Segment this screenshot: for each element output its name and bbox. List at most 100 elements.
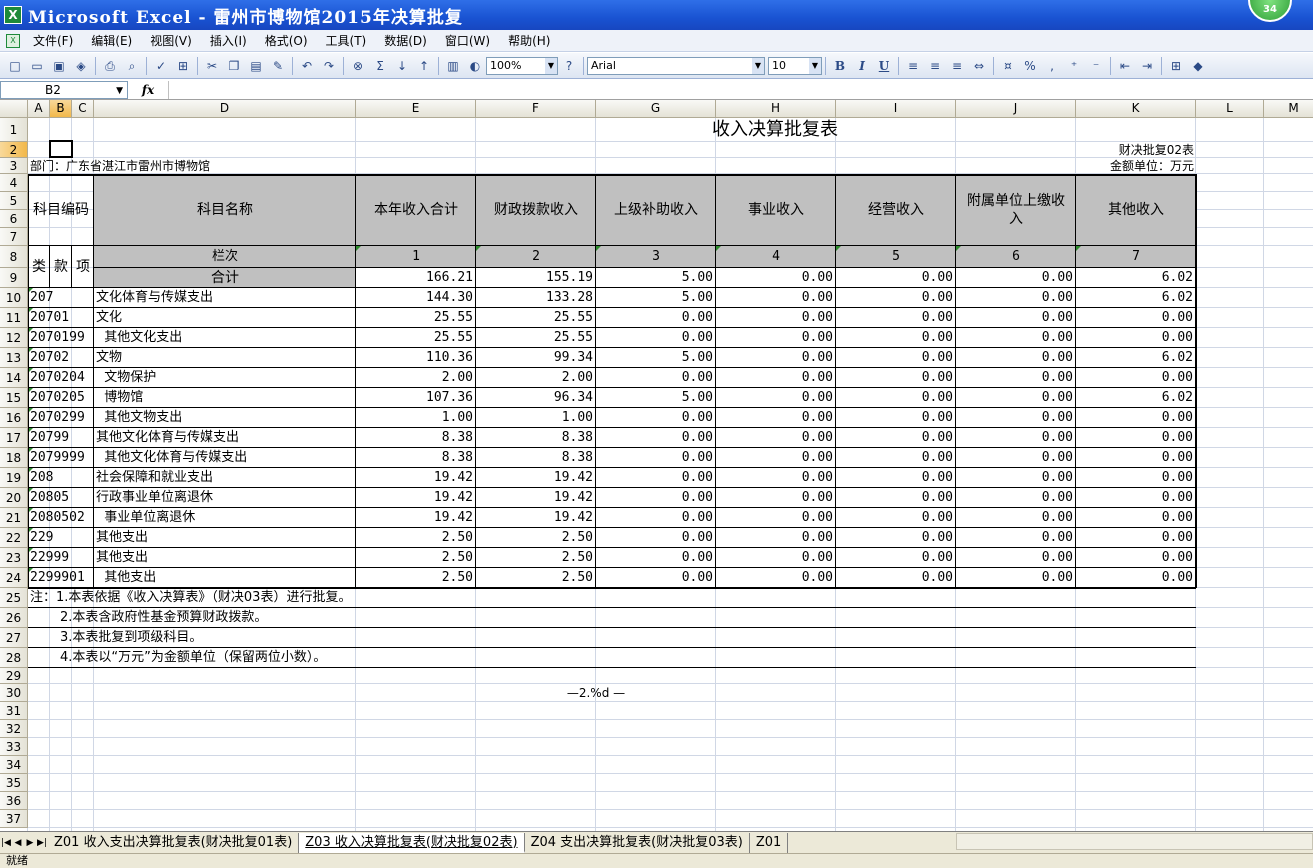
data-value[interactable]: 0.00 <box>1076 408 1196 428</box>
print-preview-icon[interactable]: ⌕ <box>122 56 142 76</box>
data-value[interactable]: 0.00 <box>1076 368 1196 388</box>
account-name[interactable]: 社会保障和就业支出 <box>94 468 356 488</box>
data-value[interactable]: 0.00 <box>836 568 956 588</box>
data-value[interactable]: 0.00 <box>836 428 956 448</box>
data-value[interactable]: 0.00 <box>1076 548 1196 568</box>
bold-button[interactable]: B <box>830 56 850 76</box>
data-value[interactable]: 6.02 <box>1076 288 1196 308</box>
chevron-down-icon[interactable]: ▼ <box>809 57 821 74</box>
account-name[interactable]: 事业单位离退休 <box>94 508 356 528</box>
row-header-4[interactable]: 4 <box>0 174 28 192</box>
total-value[interactable]: 0.00 <box>956 268 1076 288</box>
row-header-24[interactable]: 24 <box>0 568 28 588</box>
total-value[interactable]: 0.00 <box>836 268 956 288</box>
row-header-1[interactable]: 1 <box>0 118 28 142</box>
data-value[interactable]: 0.00 <box>956 408 1076 428</box>
data-value[interactable]: 0.00 <box>716 288 836 308</box>
data-value[interactable]: 0.00 <box>716 488 836 508</box>
data-value[interactable]: 19.42 <box>476 488 596 508</box>
data-value[interactable]: 2.50 <box>356 568 476 588</box>
italic-button[interactable]: I <box>852 56 872 76</box>
data-value[interactable]: 0.00 <box>716 408 836 428</box>
total-value[interactable]: 0.00 <box>716 268 836 288</box>
formula-input[interactable] <box>168 80 1313 99</box>
data-value[interactable]: 0.00 <box>1076 508 1196 528</box>
row-header-27[interactable]: 27 <box>0 628 28 648</box>
font-name-select[interactable]: Arial ▼ <box>587 56 765 75</box>
align-left-icon[interactable]: ≡ <box>903 56 923 76</box>
row-header-14[interactable]: 14 <box>0 368 28 388</box>
data-value[interactable]: 0.00 <box>836 488 956 508</box>
row-header-10[interactable]: 10 <box>0 288 28 308</box>
account-code[interactable]: 20702 <box>28 348 94 368</box>
account-code[interactable]: 20799 <box>28 428 94 448</box>
undo-icon[interactable]: ↶ <box>297 56 317 76</box>
data-value[interactable]: 0.00 <box>836 388 956 408</box>
data-value[interactable]: 0.00 <box>956 528 1076 548</box>
menu-data[interactable]: 数据(D) <box>375 32 436 49</box>
data-value[interactable]: 0.00 <box>596 368 716 388</box>
account-name[interactable]: 文化体育与传媒支出 <box>94 288 356 308</box>
data-value[interactable]: 0.00 <box>836 508 956 528</box>
menu-file[interactable]: 文件(F) <box>24 32 82 49</box>
decrease-indent-icon[interactable]: ⇤ <box>1115 56 1135 76</box>
data-value[interactable]: 0.00 <box>716 468 836 488</box>
column-header-g[interactable]: G <box>596 100 716 118</box>
decrease-decimal-icon[interactable]: ⁻ <box>1086 56 1106 76</box>
account-name[interactable]: 其他支出 <box>94 528 356 548</box>
account-code[interactable]: 2080502 <box>28 508 94 528</box>
sheet-tab-z04[interactable]: Z04 支出决算批复表(财决批复03表) <box>525 832 750 853</box>
data-value[interactable]: 25.55 <box>476 328 596 348</box>
column-header-l[interactable]: L <box>1196 100 1264 118</box>
data-value[interactable]: 8.38 <box>476 448 596 468</box>
data-value[interactable]: 0.00 <box>956 328 1076 348</box>
data-value[interactable]: 0.00 <box>716 328 836 348</box>
data-value[interactable]: 107.36 <box>356 388 476 408</box>
column-header-e[interactable]: E <box>356 100 476 118</box>
data-value[interactable]: 0.00 <box>596 528 716 548</box>
data-value[interactable]: 0.00 <box>716 508 836 528</box>
data-value[interactable]: 8.38 <box>356 428 476 448</box>
data-value[interactable]: 8.38 <box>356 448 476 468</box>
data-value[interactable]: 0.00 <box>596 548 716 568</box>
percent-button[interactable]: % <box>1020 56 1040 76</box>
data-value[interactable]: 0.00 <box>716 428 836 448</box>
data-value[interactable]: 5.00 <box>596 348 716 368</box>
increase-indent-icon[interactable]: ⇥ <box>1137 56 1157 76</box>
data-value[interactable]: 0.00 <box>956 288 1076 308</box>
new-icon[interactable]: □ <box>5 56 25 76</box>
data-value[interactable]: 0.00 <box>836 368 956 388</box>
row-header-21[interactable]: 21 <box>0 508 28 528</box>
column-header-a[interactable]: A <box>28 100 50 118</box>
align-right-icon[interactable]: ≡ <box>947 56 967 76</box>
notification-badge[interactable]: 34 <box>1248 0 1292 22</box>
excel-app-icon[interactable]: X <box>4 6 22 24</box>
permission-icon[interactable]: ◈ <box>71 56 91 76</box>
redo-icon[interactable]: ↷ <box>319 56 339 76</box>
account-name[interactable]: 其他文物支出 <box>94 408 356 428</box>
row-header-20[interactable]: 20 <box>0 488 28 508</box>
account-code[interactable]: 2070199 <box>28 328 94 348</box>
account-name[interactable]: 博物馆 <box>94 388 356 408</box>
data-value[interactable]: 0.00 <box>956 488 1076 508</box>
account-code[interactable]: 20701 <box>28 308 94 328</box>
account-code[interactable]: 22999 <box>28 548 94 568</box>
data-value[interactable]: 0.00 <box>1076 308 1196 328</box>
total-value[interactable]: 155.19 <box>476 268 596 288</box>
row-header-36[interactable]: 36 <box>0 792 28 810</box>
data-value[interactable]: 0.00 <box>716 348 836 368</box>
data-value[interactable]: 2.50 <box>356 548 476 568</box>
account-name[interactable]: 其他文化支出 <box>94 328 356 348</box>
account-code[interactable]: 2070299 <box>28 408 94 428</box>
account-name[interactable]: 行政事业单位离退休 <box>94 488 356 508</box>
worksheet-grid[interactable]: A B C D E F G H I J K L M 1 2 3 4 5 6 7 8 9 10 11 1… <box>0 100 1313 831</box>
autosum-icon[interactable]: Σ <box>370 56 390 76</box>
row-header-15[interactable]: 15 <box>0 388 28 408</box>
data-value[interactable]: 19.42 <box>356 488 476 508</box>
data-value[interactable]: 0.00 <box>956 508 1076 528</box>
data-value[interactable]: 0.00 <box>1076 428 1196 448</box>
data-value[interactable]: 1.00 <box>476 408 596 428</box>
row-header-35[interactable]: 35 <box>0 774 28 792</box>
data-value[interactable]: 0.00 <box>956 568 1076 588</box>
sort-ascending-icon[interactable]: ↓ <box>392 56 412 76</box>
